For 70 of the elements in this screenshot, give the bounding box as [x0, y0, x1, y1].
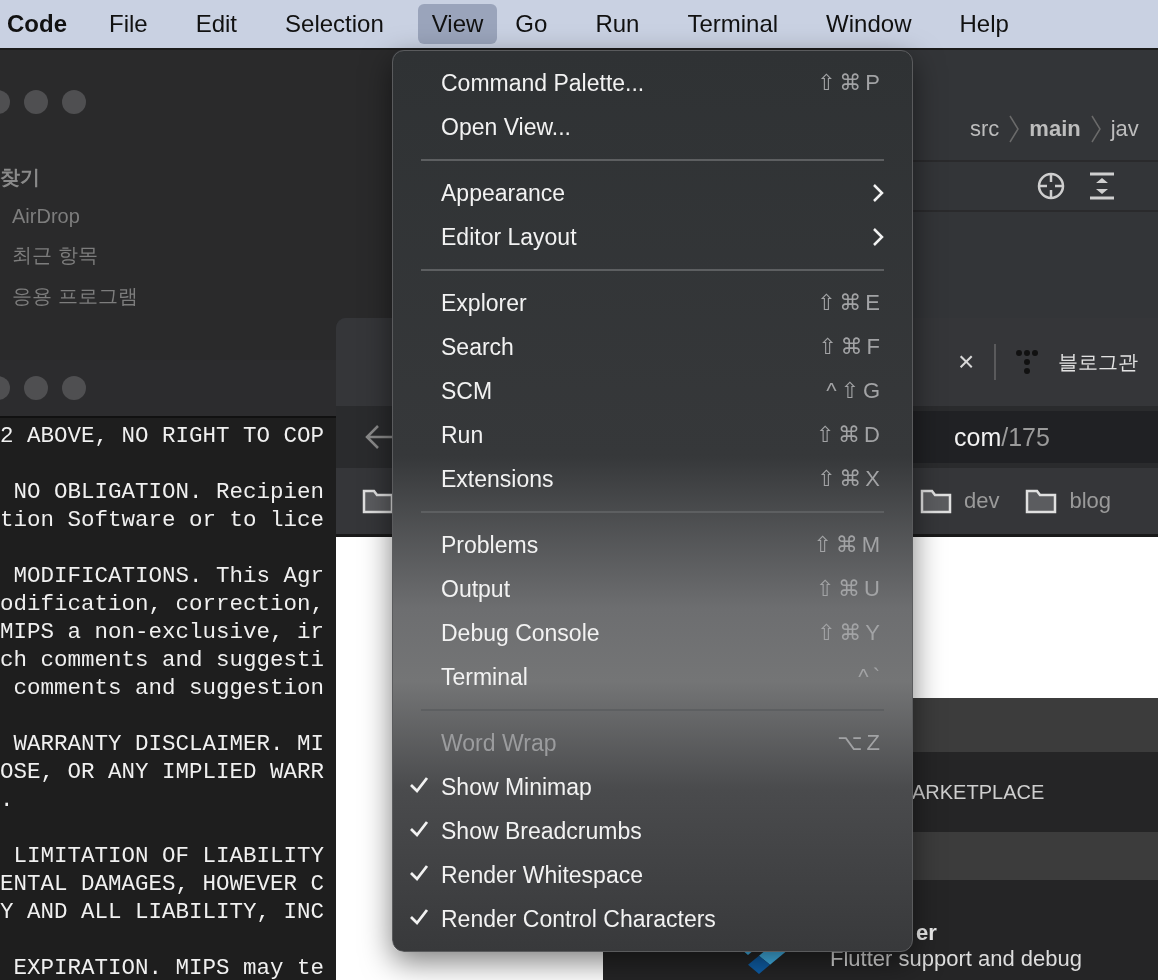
shortcut-text: ⇧⌘F	[818, 334, 884, 360]
text-line: Y AND ALL LIABILITY, INC	[0, 898, 326, 926]
text-line: comments and suggestion	[12, 674, 326, 702]
sidebar-heading: 찾기	[0, 165, 41, 190]
menu-title[interactable]: Edit	[181, 4, 252, 44]
folder-icon	[1025, 488, 1058, 514]
menu-title[interactable]: File	[95, 4, 162, 44]
text-line: .	[0, 786, 15, 814]
menu-item[interactable]: Terminal ^`	[393, 655, 912, 699]
menu-item[interactable]: Run ⇧⌘D	[393, 413, 912, 457]
menu-title[interactable]: Go	[501, 4, 562, 44]
chevron-right-icon	[1090, 114, 1101, 144]
shortcut-text: ⇧⌘U	[815, 576, 884, 602]
shortcut-text: ^⇧G	[826, 378, 884, 404]
chevron-right-icon	[872, 183, 884, 203]
shortcut-text: ⇧⌘M	[813, 532, 884, 558]
chevron-right-icon	[872, 227, 884, 247]
text-line: NO OBLIGATION. Recipien	[12, 478, 326, 506]
chevron-right-icon	[1009, 114, 1020, 144]
text-line: MODIFICATIONS. This Agr	[12, 562, 326, 590]
dots-icon	[1016, 349, 1039, 375]
breadcrumb[interactable]: jav	[1110, 116, 1139, 142]
shortcut-text: ^`	[858, 664, 884, 690]
close-button[interactable]: ×	[958, 346, 975, 378]
menu-item[interactable]: Show Breadcrumbs	[393, 809, 912, 853]
text-line: LIMITATION OF LIABILITY	[12, 842, 326, 870]
menu-item[interactable]: Open View...	[393, 105, 912, 149]
text-line: OSE, OR ANY IMPLIED WARR	[0, 758, 326, 786]
text-line: ENTAL DAMAGES, HOWEVER C	[0, 870, 326, 898]
extension-name: er	[916, 920, 937, 946]
text-line: MIPS a non-exclusive, ir	[0, 618, 326, 646]
text-line: EXPIRATION. MIPS may te	[12, 954, 326, 980]
menu-item[interactable]: Render Control Characters	[393, 897, 912, 941]
menu-item[interactable]: Render Whitespace	[393, 853, 912, 897]
text-line: tion Software or to lice	[0, 506, 326, 534]
crosshair-icon[interactable]	[1037, 172, 1065, 200]
text-line: ch comments and suggesti	[0, 646, 326, 674]
menu-item[interactable]: Show Minimap	[393, 765, 912, 809]
menu-title[interactable]: Run	[581, 4, 654, 44]
menu-item[interactable]: Extensions ⇧⌘X	[393, 457, 912, 501]
menu-title[interactable]: Terminal	[673, 4, 793, 44]
menu-title[interactable]: Window	[812, 4, 926, 44]
menu-item[interactable]: Output ⇧⌘U	[393, 567, 912, 611]
menu-item[interactable]: SCM ^⇧G	[393, 369, 912, 413]
breadcrumb[interactable]: main	[1029, 116, 1081, 142]
app-name[interactable]: Code	[7, 10, 67, 38]
menu-title[interactable]: Help	[945, 4, 1023, 44]
text-line: WARRANTY DISCLAIMER. MI	[12, 730, 326, 758]
shortcut-text: ⌥Z	[837, 730, 884, 756]
shortcut-text: ⇧⌘P	[816, 70, 884, 96]
menu-item[interactable]: Explorer ⇧⌘E	[393, 281, 912, 325]
folder-icon	[920, 488, 952, 514]
menu-item[interactable]: Problems ⇧⌘M	[393, 523, 912, 567]
menu-item[interactable]: Appearance	[393, 171, 912, 215]
breadcrumb[interactable]: src	[970, 116, 1000, 142]
bookmark[interactable]: blog	[1025, 488, 1112, 514]
menu-title[interactable]: Selection	[271, 4, 398, 44]
back-arrow-icon[interactable]	[364, 424, 394, 450]
expand-icon[interactable]	[1089, 172, 1115, 200]
menu-item[interactable]: Search ⇧⌘F	[393, 325, 912, 369]
shortcut-text: ⇧⌘X	[816, 466, 884, 492]
tab-title[interactable]: 블로그관	[1058, 348, 1139, 376]
shortcut-text: ⇧⌘E	[816, 290, 884, 316]
shortcut-text: ⇧⌘D	[815, 422, 884, 448]
menu-title[interactable]: View	[417, 4, 498, 44]
menu-item[interactable]: Command Palette... ⇧⌘P	[393, 61, 912, 105]
bookmark[interactable]: dev	[920, 488, 1000, 514]
menu-item[interactable]: Editor Layout	[393, 215, 912, 259]
text-line: odification, correction,	[0, 590, 326, 618]
text-line: 2 ABOVE, NO RIGHT TO COP	[0, 422, 326, 450]
